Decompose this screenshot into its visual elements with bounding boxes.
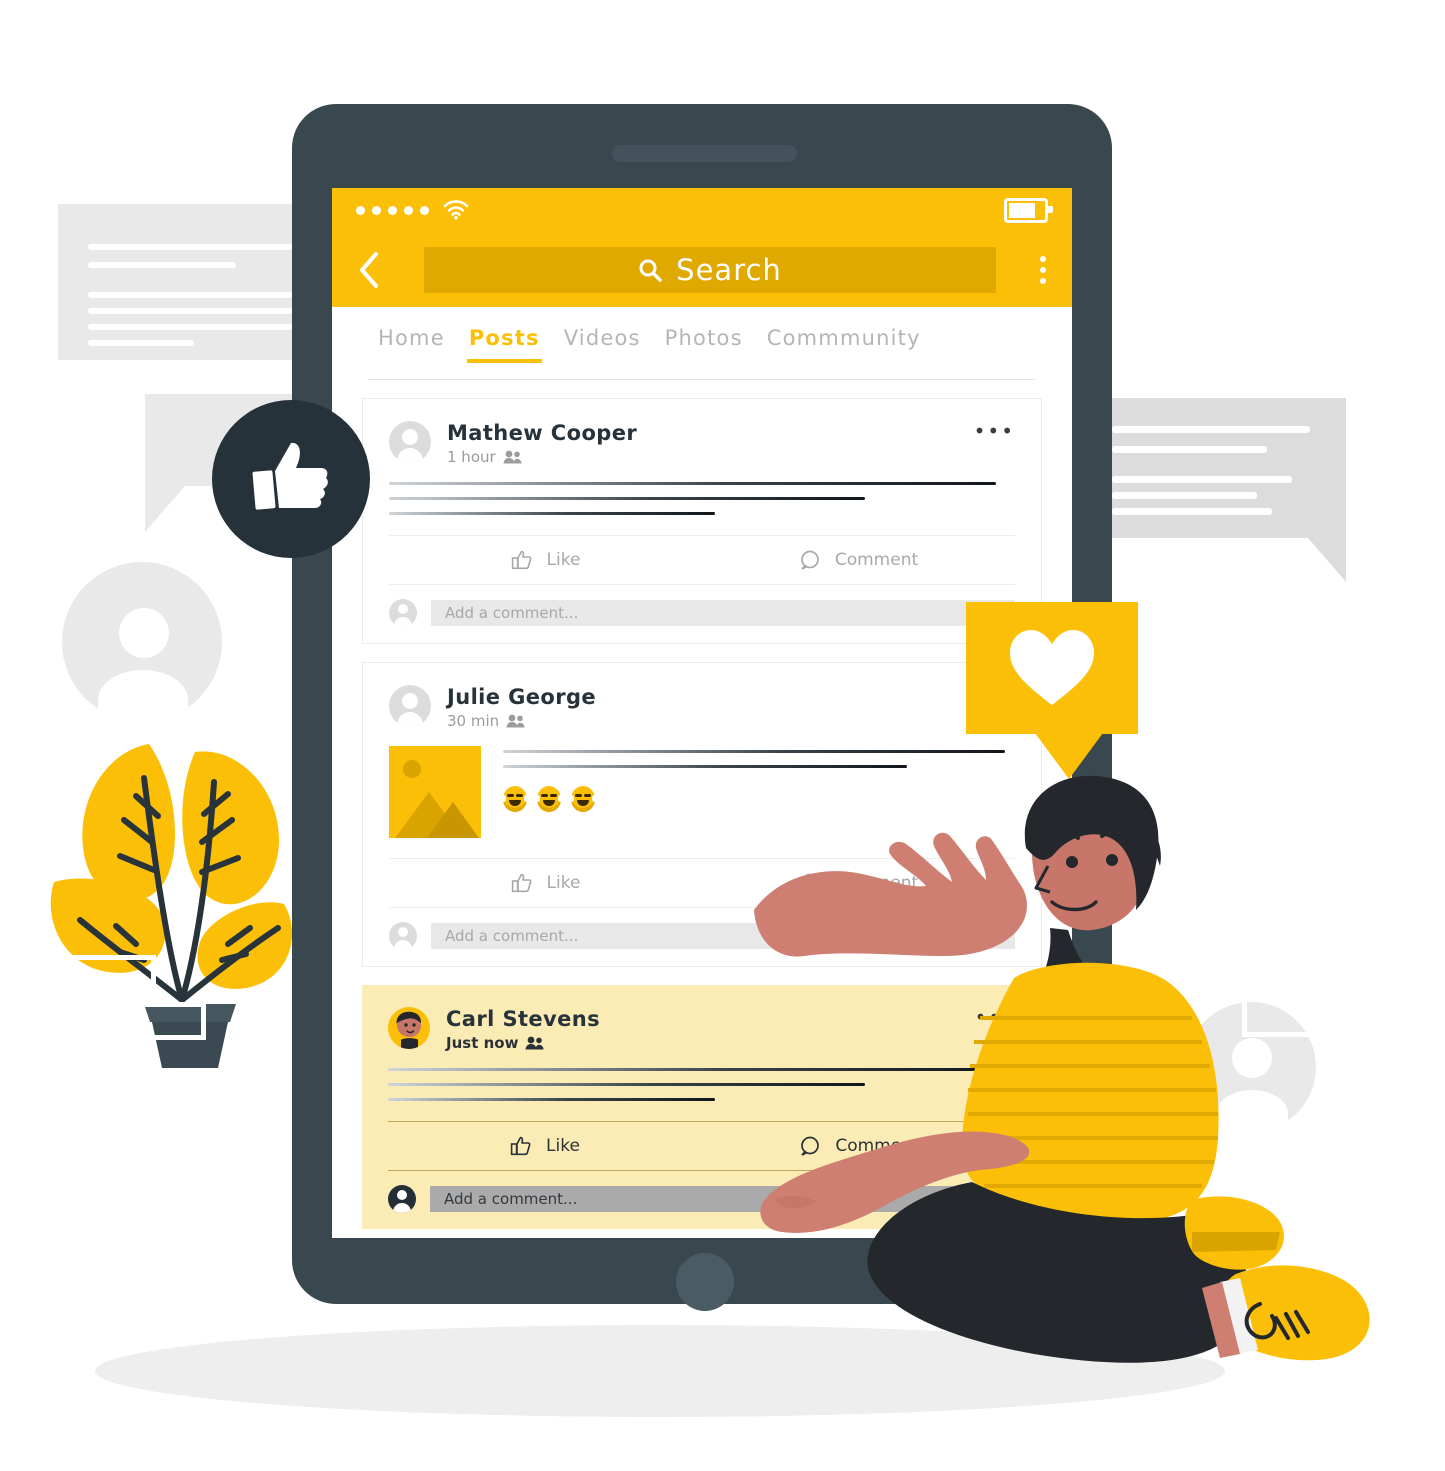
chevron-left-icon[interactable] — [358, 251, 380, 289]
decor-text-card-left — [58, 204, 310, 360]
add-comment-input[interactable]: Add a comment... — [431, 600, 1015, 626]
post-timestamp: Just now — [446, 1034, 519, 1052]
post-body-line — [389, 497, 865, 500]
avatar — [389, 922, 417, 950]
laughing-emoji — [502, 786, 528, 812]
post-body-line — [389, 482, 997, 485]
thumbs-up-icon — [252, 442, 328, 510]
search-input[interactable]: Search — [424, 246, 996, 293]
tab-photos[interactable]: Photos — [653, 326, 755, 350]
post-body-line — [503, 750, 1005, 753]
app-header: Search — [332, 232, 1072, 307]
avatar — [389, 685, 431, 727]
heart-icon — [1010, 630, 1094, 705]
post-body-line — [389, 512, 715, 515]
status-bar — [332, 188, 1072, 232]
post-timestamp: 1 hour — [447, 448, 496, 466]
tab-divider — [368, 379, 1036, 380]
post-meta: 30 min — [447, 712, 596, 730]
heart-badge[interactable] — [966, 602, 1138, 734]
friends-icon — [525, 1036, 545, 1050]
wifi-icon — [443, 200, 469, 220]
tab-videos[interactable]: Videos — [552, 326, 653, 350]
battery-icon — [1004, 197, 1053, 223]
like-label: Like — [546, 550, 581, 570]
laughing-emoji — [570, 786, 596, 812]
decor-outline-rect-top-right-b — [1254, 88, 1346, 130]
post-image-thumbnail[interactable] — [389, 746, 481, 838]
decor-outline-rect-plant-b — [110, 1002, 206, 1040]
tab-community[interactable]: Commmunity — [755, 326, 933, 350]
decor-bubble-tail-left — [145, 486, 185, 532]
decor-outline-rect-top-right-c — [1204, 140, 1296, 182]
decor-bubble-tail-right — [1308, 538, 1346, 582]
like-button[interactable]: Like — [389, 872, 702, 894]
friends-icon — [503, 450, 522, 464]
post-body-line — [503, 765, 908, 768]
comment-label: Comment — [834, 550, 919, 570]
post-card[interactable]: Mathew Cooper 1 hour ••• Like Comment Ad… — [362, 398, 1042, 644]
post-header: Mathew Cooper 1 hour ••• — [389, 421, 1015, 466]
avatar — [389, 421, 431, 463]
post-meta: Just now — [446, 1034, 600, 1052]
signal-strength-icon — [356, 205, 429, 215]
post-header: Julie George 30 min ••• — [389, 685, 1015, 730]
post-timestamp: 30 min — [447, 712, 500, 730]
decor-outline-rect-top-left — [48, 55, 160, 105]
post-author-name: Mathew Cooper — [447, 421, 638, 445]
avatar — [388, 1007, 430, 1049]
post-author-name: Carl Stevens — [446, 1007, 601, 1031]
tab-posts[interactable]: Posts — [457, 326, 552, 363]
decor-outline-rect-top-right-a — [1154, 88, 1246, 130]
like-label: Like — [546, 873, 581, 893]
post-body — [389, 482, 1015, 515]
tab-bar: Home Posts Videos Photos Commmunity — [332, 307, 1072, 369]
avatar — [389, 599, 417, 627]
tablet-speaker — [612, 145, 797, 162]
post-meta: 1 hour — [447, 448, 637, 466]
comment-button[interactable]: Comment — [702, 549, 1015, 571]
thumbs-up-badge[interactable] — [212, 400, 370, 558]
laughing-emoji — [536, 786, 562, 812]
like-button[interactable]: Like — [388, 1135, 702, 1157]
comment-bubble-icon — [800, 550, 819, 570]
decor-speech-bubble-right — [1112, 398, 1346, 538]
tab-home[interactable]: Home — [366, 326, 457, 350]
user-face-icon — [396, 1011, 422, 1049]
like-button[interactable]: Like — [389, 549, 702, 571]
comment-composer[interactable]: Add a comment... — [389, 599, 1015, 627]
decor-avatar-left — [62, 562, 222, 722]
search-placeholder-text: Search — [676, 252, 782, 287]
seated-man-illustration — [754, 775, 1370, 1363]
decor-outline-rect-plant-a — [60, 955, 156, 993]
post-actions: Like Comment — [389, 535, 1015, 585]
avatar — [388, 1185, 416, 1213]
thumbs-up-icon — [511, 550, 532, 570]
kebab-menu-icon[interactable] — [1040, 255, 1046, 284]
search-icon — [639, 259, 662, 282]
thumbs-up-icon — [511, 873, 532, 893]
like-label: Like — [546, 1136, 580, 1156]
friends-icon — [506, 714, 525, 728]
post-body-line — [388, 1098, 715, 1101]
post-author-name: Julie George — [447, 685, 597, 709]
thumbs-up-icon — [510, 1136, 531, 1156]
tablet-home-button[interactable] — [676, 1253, 734, 1311]
more-options-icon[interactable]: ••• — [974, 421, 1015, 441]
